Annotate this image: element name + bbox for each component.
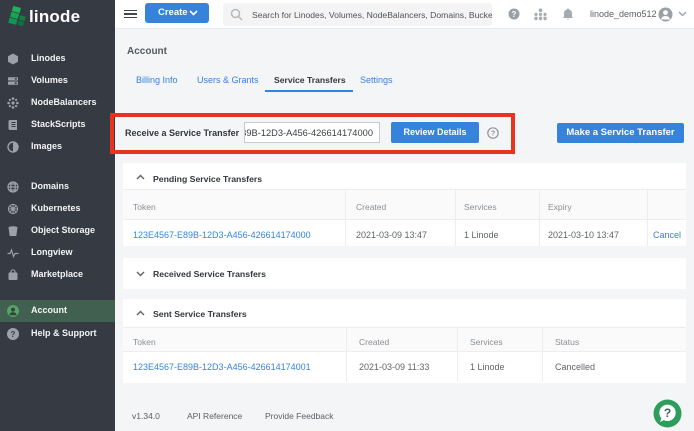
svg-text:?: ? xyxy=(11,330,16,339)
svg-text:?: ? xyxy=(664,406,671,420)
svg-text:?: ? xyxy=(491,129,496,138)
svg-text:?: ? xyxy=(512,10,517,19)
